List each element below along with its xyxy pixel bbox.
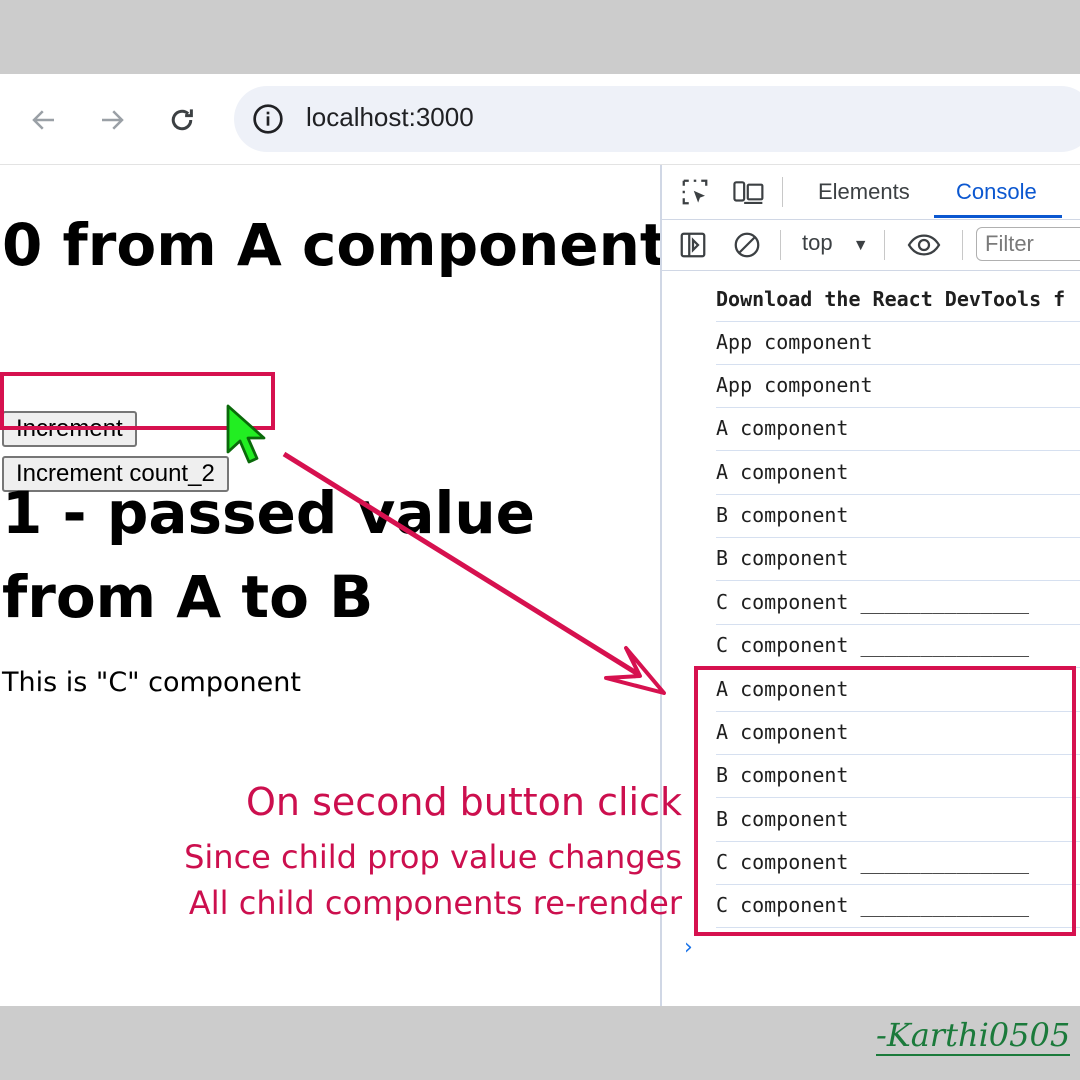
- device-toolbar-icon[interactable]: [732, 177, 766, 207]
- forward-button[interactable]: [92, 100, 132, 140]
- console-log-entry: A component: [716, 712, 1080, 755]
- console-log-entry: B component: [716, 495, 1080, 538]
- eye-icon[interactable]: [906, 230, 942, 260]
- context-selector[interactable]: top ▼: [802, 230, 869, 256]
- active-tab-indicator: [934, 215, 1062, 218]
- inspect-element-icon[interactable]: [680, 177, 710, 207]
- toolbar-separator: [962, 230, 963, 260]
- tab-console[interactable]: Console: [956, 179, 1037, 205]
- arrow-left-icon: [32, 110, 54, 130]
- context-selector-label: top: [802, 230, 833, 255]
- a-component-heading: 0 from A component: [2, 211, 668, 279]
- filter-input[interactable]: Filter: [976, 227, 1080, 261]
- tab-elements[interactable]: Elements: [818, 179, 910, 205]
- console-toolbar: top ▼ Filter: [662, 220, 1080, 271]
- console-log-entry: A component: [716, 408, 1080, 451]
- address-bar[interactable]: localhost:3000: [234, 86, 1080, 152]
- reload-icon: [171, 109, 193, 131]
- toolbar-separator: [782, 177, 783, 207]
- console-log-entry: A component: [716, 452, 1080, 495]
- console-log-entry: B component: [716, 799, 1080, 842]
- console-log-entry: C component ______________: [716, 885, 1080, 928]
- console-log-entry: C component ______________: [716, 582, 1080, 625]
- browser-toolbar: localhost:3000: [0, 74, 1080, 165]
- c-component-text: This is "C" component: [2, 667, 301, 698]
- back-button[interactable]: [24, 100, 64, 140]
- console-log-entry: B component: [716, 538, 1080, 581]
- reload-button[interactable]: [162, 100, 202, 140]
- page-content: 0 from A component Increment Increment c…: [0, 165, 668, 1006]
- url-text: localhost:3000: [306, 102, 474, 132]
- console-log-entry: C component ______________: [716, 842, 1080, 885]
- console-log-entry: B component: [716, 755, 1080, 798]
- browser-window: localhost:3000 0 from A component Increm…: [0, 74, 1080, 1006]
- devtools-tabs: Elements Console: [662, 165, 1080, 220]
- console-log-entry: App component: [716, 365, 1080, 408]
- sidebar-toggle-icon[interactable]: [678, 230, 708, 260]
- toolbar-separator: [884, 230, 885, 260]
- console-log-entry: C component ______________: [716, 625, 1080, 668]
- toolbar-separator: [780, 230, 781, 260]
- author-signature: -Karthi0505: [876, 1016, 1071, 1056]
- devtools-panel: Elements Console top ▼ Filter Download t…: [660, 165, 1080, 1006]
- increment-button[interactable]: Increment: [2, 411, 137, 447]
- console-log-entry: A component: [716, 669, 1080, 712]
- console-log-entry: App component: [716, 322, 1080, 365]
- clear-console-icon[interactable]: [732, 230, 762, 260]
- b-component-heading: 1 - passed value from A to B: [2, 479, 536, 631]
- info-icon[interactable]: [252, 103, 284, 135]
- dropdown-triangle-icon: ▼: [852, 237, 869, 254]
- console-log-entry: Download the React DevTools f: [716, 279, 1080, 322]
- arrow-right-icon: [102, 110, 124, 130]
- console-prompt-icon[interactable]: ›: [684, 935, 693, 960]
